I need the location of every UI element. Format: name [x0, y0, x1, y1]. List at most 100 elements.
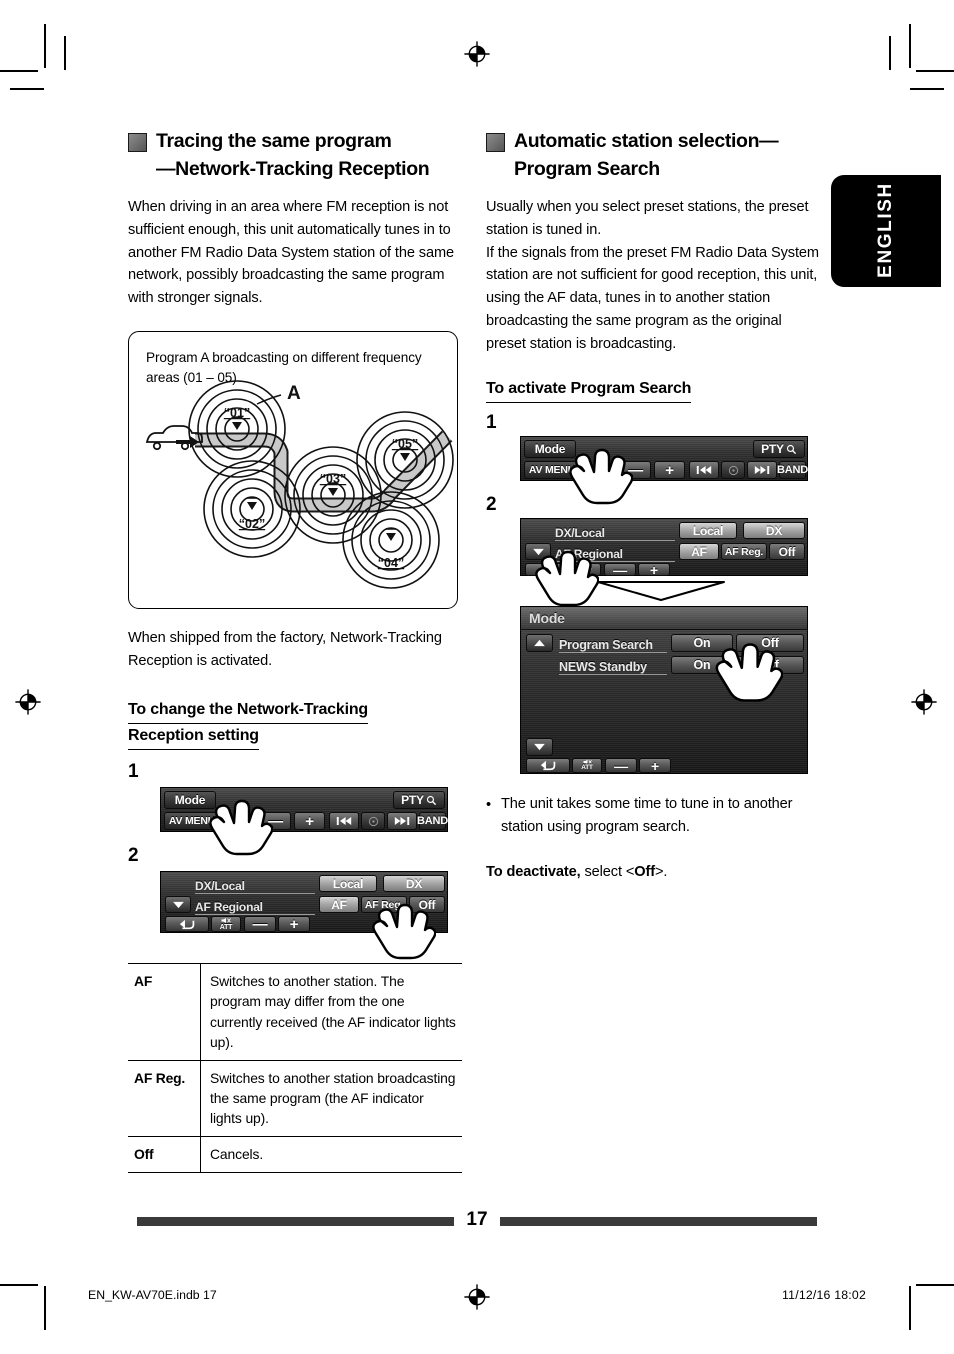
- scroll-down-button-2[interactable]: [525, 543, 551, 561]
- imprint-timestamp: 11/12/16 18:02: [782, 1288, 866, 1302]
- band-button-2[interactable]: BAND: [777, 461, 808, 480]
- mode-button-2[interactable]: Mode: [524, 440, 576, 459]
- disc-button[interactable]: [361, 812, 385, 831]
- volume-down-button-3[interactable]: —: [620, 461, 651, 480]
- language-tab: ENGLISH: [831, 175, 941, 287]
- factory-note: When shipped from the factory, Network-T…: [128, 627, 462, 672]
- mode-title: Mode: [529, 610, 565, 627]
- svg-text:“03”: “03”: [320, 472, 346, 486]
- scroll-up-button[interactable]: [526, 634, 553, 653]
- page-footer-bar: 17: [0, 1209, 954, 1233]
- news-standby-off-button[interactable]: Off: [736, 656, 804, 675]
- band-button[interactable]: BAND: [417, 812, 448, 831]
- deactivate-bold: To deactivate,: [486, 863, 581, 880]
- volume-up-button-5[interactable]: +: [639, 758, 671, 774]
- next-track-icon-2: [754, 466, 770, 475]
- square-bullet-icon-2: [486, 133, 505, 152]
- prev-track-button[interactable]: [329, 812, 359, 831]
- mode-button[interactable]: Mode: [164, 791, 216, 810]
- att-button-2[interactable]: ATT: [571, 563, 601, 577]
- av-menu-button-2[interactable]: AV MENU: [524, 461, 580, 480]
- svg-text:“04”: “04”: [378, 556, 404, 570]
- program-search-off-button[interactable]: Off: [736, 634, 804, 653]
- back-button-3[interactable]: [526, 758, 570, 774]
- att-button-3[interactable]: ATT: [572, 758, 602, 774]
- disc-icon-2: [728, 465, 738, 475]
- crop-mark-tr2-v: [889, 36, 891, 70]
- crop-mark-tr-v: [909, 24, 911, 68]
- att-label-2: ATT: [580, 569, 592, 576]
- crop-mark-tl-h: [0, 70, 38, 72]
- page-rule-right: [499, 1216, 817, 1226]
- subheading-change-ntr: To change the Network-Tracking Reception…: [128, 698, 462, 751]
- local-button[interactable]: Local: [319, 875, 377, 893]
- news-standby-on-button[interactable]: On: [671, 656, 733, 675]
- square-bullet-icon: [128, 133, 147, 152]
- scroll-down-button[interactable]: [165, 896, 191, 914]
- back-button[interactable]: [165, 916, 209, 933]
- att-label: ATT: [219, 924, 233, 932]
- page-rule-left: [137, 1216, 455, 1226]
- section-title-line1: Tracing the same program: [156, 130, 392, 152]
- next-track-button[interactable]: [387, 812, 417, 831]
- registration-mark-top: [464, 41, 490, 67]
- af-regional-panel-2[interactable]: DX/Local Local DX AF Regional AF AF Reg.…: [520, 518, 808, 607]
- table-key: AF Reg.: [128, 1059, 201, 1137]
- volume-up-button-2[interactable]: +: [278, 916, 310, 933]
- table-value: Switches to another station. The program…: [200, 963, 462, 1061]
- dx-button-2[interactable]: DX: [743, 522, 805, 540]
- local-button-2[interactable]: Local: [679, 522, 737, 540]
- disc-button-2[interactable]: [721, 461, 745, 480]
- svg-text:“01”: “01”: [224, 406, 250, 420]
- off-button[interactable]: Off: [409, 896, 445, 914]
- section-title-2-line2: Program Search: [514, 157, 660, 180]
- att-label-3: ATT: [581, 764, 593, 772]
- prev-track-icon: [336, 817, 352, 826]
- af-regional-panel[interactable]: DX/Local Local DX AF Regional AF AF Reg.…: [160, 871, 448, 960]
- table-value: Cancels.: [200, 1136, 462, 1174]
- next-track-button-2[interactable]: [747, 461, 777, 480]
- deactivate-off-value: Off: [634, 863, 655, 880]
- dx-button[interactable]: DX: [383, 875, 445, 893]
- svg-text:“05”: “05”: [392, 437, 418, 451]
- intro-paragraph: When driving in an area where FM recepti…: [128, 196, 462, 309]
- subheading-line1: To change the Network-Tracking: [128, 698, 368, 725]
- print-imprint: EN_KW-AV70E.indb 17 11/12/16 18:02: [0, 1288, 954, 1308]
- af-reg-button-2[interactable]: AF Reg.: [721, 543, 767, 561]
- volume-down-button-4[interactable]: —: [604, 562, 636, 578]
- prev-track-button-2[interactable]: [689, 461, 719, 480]
- table-row: Off Cancels.: [128, 1136, 462, 1174]
- av-menu-button[interactable]: AV MENU: [164, 812, 220, 831]
- af-button[interactable]: AF: [319, 896, 359, 914]
- volume-down-button[interactable]: —: [260, 812, 291, 831]
- program-search-on-button[interactable]: On: [671, 634, 733, 653]
- af-regional-label-2: AF Regional: [555, 544, 675, 563]
- mode-settings-panel[interactable]: Mode Program Search On Off NEWS Standby …: [520, 606, 808, 775]
- volume-up-button[interactable]: +: [294, 812, 325, 831]
- crop-mark-tl-v: [44, 24, 46, 68]
- pty-button-2[interactable]: PTY: [753, 440, 805, 459]
- radio-control-panel-1[interactable]: Mode PTY AV MENU — + BAND: [160, 787, 448, 856]
- volume-down-button-2[interactable]: —: [244, 916, 276, 933]
- scroll-down-button-3[interactable]: [526, 738, 553, 757]
- step-number-1: 1: [128, 761, 139, 783]
- volume-up-button-3[interactable]: +: [654, 461, 685, 480]
- off-button-2[interactable]: Off: [769, 543, 805, 561]
- pty-button[interactable]: PTY: [393, 791, 445, 810]
- volume-down-button-5[interactable]: —: [605, 758, 637, 774]
- af-button-2[interactable]: AF: [679, 543, 719, 561]
- deactivate-note: To deactivate, select <Off>.: [486, 861, 820, 884]
- radio-control-panel-2[interactable]: Mode PTY AV MENU — + BAND: [520, 436, 808, 505]
- program-search-intro: Usually when you select preset stations,…: [486, 196, 820, 355]
- table-value: Switches to another station broadcasting…: [200, 1059, 462, 1137]
- table-row: AF Reg. Switches to another station broa…: [128, 1059, 462, 1137]
- af-regional-label: AF Regional: [195, 897, 315, 916]
- note-bullet-row: • The unit takes some time to tune in to…: [486, 793, 820, 838]
- att-button[interactable]: ATT: [211, 916, 241, 933]
- af-reg-button[interactable]: AF Reg.: [361, 896, 407, 914]
- back-button-2[interactable]: [525, 563, 569, 577]
- volume-up-button-4[interactable]: +: [638, 562, 670, 578]
- back-arrow-icon-3: [540, 761, 555, 771]
- chevron-down-icon-3: [534, 744, 545, 751]
- diagram-graphic: A “01” “02” “03” “04” “05”: [145, 380, 454, 589]
